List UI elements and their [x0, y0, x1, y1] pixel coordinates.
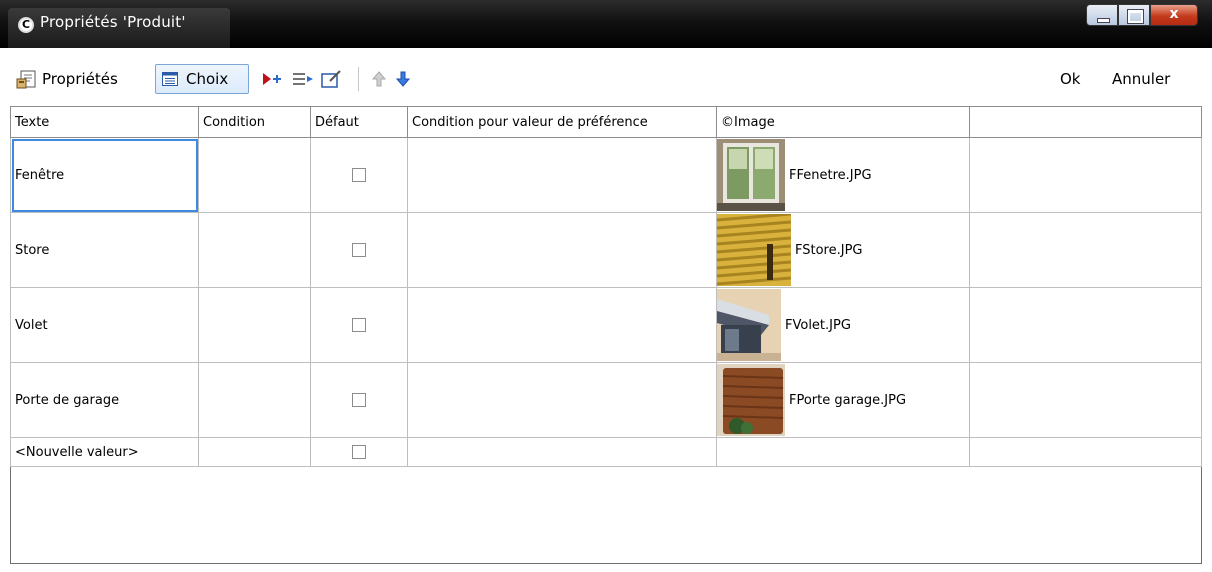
row-default-cell [310, 212, 408, 288]
edit-value-button[interactable] [320, 64, 344, 94]
window-photo-thumbnail [717, 139, 785, 211]
row-condition-cell[interactable] [198, 362, 311, 438]
header-empty[interactable] [969, 106, 1202, 138]
properties-label: Propriétés [42, 70, 118, 88]
row-text-cell[interactable]: Fenêtre [10, 137, 199, 213]
insert-row-button[interactable] [262, 64, 286, 94]
edit-icon [320, 69, 344, 89]
row-extra-cell [969, 437, 1202, 467]
default-checkbox[interactable] [352, 393, 366, 407]
image-filename: FFenetre.JPG [789, 167, 872, 183]
values-grid: Texte Condition Défaut Condition pour va… [10, 106, 1202, 467]
choices-button[interactable]: Choix [155, 64, 249, 94]
arrow-down-icon [395, 71, 411, 87]
table-row: Porte de garage FPorte garage.JPG [10, 362, 1202, 438]
row-text-cell[interactable]: Porte de garage [10, 362, 199, 438]
row-extra-cell [969, 287, 1202, 363]
title-bar[interactable]: C Propriétés 'Produit' x [0, 0, 1212, 48]
minimize-button[interactable] [1086, 4, 1118, 26]
row-default-cell [310, 437, 408, 467]
move-up-button[interactable] [371, 64, 387, 94]
image-filename: FStore.JPG [795, 242, 863, 258]
row-condition-cell[interactable] [198, 212, 311, 288]
row-image-cell[interactable]: FVolet.JPG [716, 287, 970, 363]
choices-label: Choix [186, 70, 229, 88]
properties-button[interactable]: Propriétés [16, 64, 118, 94]
row-preference-cell[interactable] [407, 437, 717, 467]
row-image-cell[interactable]: FStore.JPG [716, 212, 970, 288]
window-controls: x [1086, 4, 1198, 26]
blind-photo-thumbnail [717, 214, 791, 286]
row-preference-cell[interactable] [407, 362, 717, 438]
image-filename: FVolet.JPG [785, 317, 851, 333]
image-filename: FPorte garage.JPG [789, 392, 907, 408]
cancel-label: Annuler [1112, 70, 1171, 88]
table-row: Store FStore.JPG [10, 212, 1202, 288]
header-row: Texte Condition Défaut Condition pour va… [10, 106, 1202, 138]
table-row: Volet FVolet.JPG [10, 287, 1202, 363]
toolbar: Propriétés Choix Ok Annuler [10, 56, 1202, 102]
row-extra-cell [969, 362, 1202, 438]
window-title: Propriétés 'Produit' [40, 13, 186, 31]
arrow-up-icon [371, 71, 387, 87]
append-row-button[interactable] [292, 64, 316, 94]
ok-button[interactable]: Ok [1060, 64, 1081, 94]
row-preference-cell[interactable] [407, 287, 717, 363]
row-image-cell[interactable] [716, 437, 970, 467]
row-condition-cell[interactable] [198, 287, 311, 363]
header-defaut[interactable]: Défaut [310, 106, 408, 138]
row-condition-cell[interactable] [198, 137, 311, 213]
row-text-cell[interactable]: Store [10, 212, 199, 288]
append-row-icon [292, 71, 316, 87]
row-default-cell [310, 362, 408, 438]
move-down-button[interactable] [395, 64, 411, 94]
insert-row-icon [262, 71, 286, 87]
list-icon [162, 72, 178, 86]
row-extra-cell [969, 137, 1202, 213]
row-text-cell[interactable]: Volet [10, 287, 199, 363]
properties-icon [16, 68, 38, 90]
row-image-cell[interactable]: FFenetre.JPG [716, 137, 970, 213]
maximize-button[interactable] [1118, 4, 1150, 26]
close-icon: x [1169, 6, 1179, 22]
row-image-cell[interactable]: FPorte garage.JPG [716, 362, 970, 438]
default-checkbox[interactable] [352, 445, 366, 459]
row-preference-cell[interactable] [407, 212, 717, 288]
toolbar-separator [358, 64, 359, 94]
ok-label: Ok [1060, 70, 1081, 88]
row-condition-cell[interactable] [198, 437, 311, 467]
new-value-cell[interactable]: <Nouvelle valeur> [10, 437, 199, 467]
row-extra-cell [969, 212, 1202, 288]
cancel-button[interactable]: Annuler [1112, 64, 1170, 94]
header-condition[interactable]: Condition [198, 106, 311, 138]
default-checkbox[interactable] [352, 168, 366, 182]
header-preference-condition[interactable]: Condition pour valeur de préférence [407, 106, 717, 138]
app-logo-icon: C [18, 17, 34, 33]
row-default-cell [310, 287, 408, 363]
header-image[interactable]: ©Image [716, 106, 970, 138]
close-button[interactable]: x [1150, 4, 1198, 26]
default-checkbox[interactable] [352, 243, 366, 257]
row-preference-cell[interactable] [407, 137, 717, 213]
header-texte[interactable]: Texte [10, 106, 199, 138]
table-row: Fenêtre FFenetre.JPG [10, 137, 1202, 213]
properties-window: C Propriétés 'Produit' x Propriétés Choi… [0, 0, 1212, 572]
shutter-photo-thumbnail [717, 289, 781, 361]
row-default-cell [310, 137, 408, 213]
new-value-row: <Nouvelle valeur> [10, 437, 1202, 467]
default-checkbox[interactable] [352, 318, 366, 332]
garage-door-photo-thumbnail [717, 364, 785, 436]
